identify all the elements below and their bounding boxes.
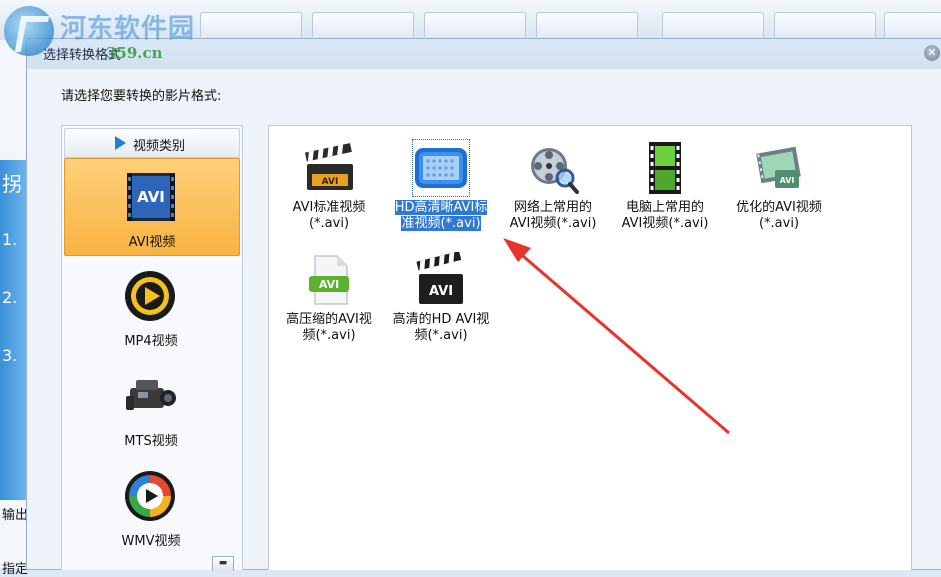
dialog-title: 选择转换格式 xyxy=(43,48,122,63)
compressed-avi-file-icon: AVI xyxy=(309,255,349,305)
category-panel: 视频类别 AVI AVI视频 MP4视频 MTS视频 WMV视频 ▬ xyxy=(61,125,243,571)
wmv-play-icon xyxy=(125,471,175,521)
format-label-line2: 频(*.avi) xyxy=(414,328,468,343)
background-tab xyxy=(662,12,764,37)
format-label-line2: AVI视频(*.avi) xyxy=(621,216,709,231)
category-header[interactable]: 视频类别 xyxy=(64,128,240,158)
background-text: 输出 xyxy=(2,508,29,523)
avi-icon: AVI xyxy=(127,173,175,221)
format-label-line1: 电脑上常用的 xyxy=(625,200,704,215)
format-avi-standard[interactable]: AVI AVI标准视频 (*.avi) xyxy=(275,134,383,246)
format-optimized-avi[interactable]: AVI 优化的AVI视频 (*.avi) xyxy=(725,134,833,246)
background-text: 拐 xyxy=(2,172,22,196)
dialog-body: 请选择您要转换的影片格式: 视频类别 AVI AVI视频 MP4视频 MTS视频… xyxy=(27,69,941,571)
category-label: WMV视频 xyxy=(121,534,181,549)
svg-text:AVI: AVI xyxy=(429,284,453,299)
scroll-button[interactable]: ▬ xyxy=(212,556,234,571)
format-label-line1: HD高清晰AVI标 xyxy=(394,200,488,215)
category-wmv[interactable]: WMV视频 xyxy=(64,458,238,554)
format-label: 网络上常用的 AVI视频(*.avi) xyxy=(501,200,605,232)
svg-text:AVI: AVI xyxy=(322,177,339,187)
category-label: MP4视频 xyxy=(124,334,178,349)
background-tab xyxy=(774,12,876,37)
category-label: MTS视频 xyxy=(124,434,178,449)
background-toolbar xyxy=(0,0,941,41)
format-label-line2: (*.avi) xyxy=(308,216,350,231)
format-label: 优化的AVI视频 (*.avi) xyxy=(727,200,831,232)
background-blue-banner xyxy=(0,160,26,500)
background-text: 3. xyxy=(2,346,18,365)
format-label: 高压缩的AVI视 频(*.avi) xyxy=(277,312,381,344)
format-pc-avi[interactable]: 电脑上常用的 AVI视频(*.avi) xyxy=(611,134,719,246)
category-mts[interactable]: MTS视频 xyxy=(64,358,238,454)
clapperboard-avi-icon: AVI xyxy=(304,143,353,190)
format-label: AVI标准视频 (*.avi) xyxy=(277,200,381,232)
optimized-film-icon: AVI xyxy=(756,146,801,188)
format-prompt: 请选择您要转换的影片格式: xyxy=(61,89,222,104)
format-label-line1: AVI标准视频 xyxy=(292,200,366,215)
category-mp4[interactable]: MP4视频 xyxy=(64,258,238,354)
hd-film-icon xyxy=(412,139,470,197)
format-web-avi[interactable]: 网络上常用的 AVI视频(*.avi) xyxy=(499,134,607,246)
format-compressed-avi[interactable]: AVI 高压缩的AVI视 频(*.avi) xyxy=(275,246,383,358)
film-reel-magnifier-icon xyxy=(531,148,579,194)
format-label-line1: 网络上常用的 xyxy=(513,200,592,215)
close-icon[interactable]: ✕ xyxy=(924,45,940,61)
category-header-label: 视频类别 xyxy=(133,139,186,154)
svg-text:AVI: AVI xyxy=(319,278,339,291)
category-label: AVI视频 xyxy=(128,235,176,250)
background-tab xyxy=(312,12,414,37)
hd-clapperboard-avi-icon: AVI xyxy=(416,252,463,304)
format-label-line2: 准视频(*.avi) xyxy=(401,216,481,231)
background-tab xyxy=(200,12,302,37)
svg-text:AVI: AVI xyxy=(137,188,165,206)
format-hd-avi-standard[interactable]: HD高清晰AVI标 准视频(*.avi) xyxy=(387,134,495,246)
svg-text:AVI: AVI xyxy=(780,176,795,185)
format-label: 高清的HD AVI视 频(*.avi) xyxy=(389,312,493,344)
format-label-line1: 优化的AVI视频 xyxy=(736,200,822,215)
format-label: HD高清晰AVI标 准视频(*.avi) xyxy=(389,200,493,232)
mp4-play-icon xyxy=(125,271,175,321)
format-label-line2: (*.avi) xyxy=(758,216,800,231)
category-avi[interactable]: AVI AVI视频 xyxy=(64,158,240,256)
format-label-line1: 高压缩的AVI视 xyxy=(286,312,372,327)
format-hd-avi[interactable]: AVI 高清的HD AVI视 频(*.avi) xyxy=(387,246,495,358)
background-tab xyxy=(536,12,638,37)
format-label-line2: 频(*.avi) xyxy=(302,328,356,343)
film-strip-icon xyxy=(649,142,681,194)
format-panel: AVI AVI标准视频 (*.avi) HD高清晰AVI标 准视频(*.avi)… xyxy=(268,125,912,570)
format-label-line1: 高清的HD AVI视 xyxy=(392,312,490,327)
background-text: 1. xyxy=(2,230,18,249)
camcorder-icon xyxy=(126,380,176,410)
format-label: 电脑上常用的 AVI视频(*.avi) xyxy=(613,200,717,232)
background-left-panel: 拐 1. 2. 3. 输出 指定 xyxy=(0,40,29,577)
background-tab xyxy=(424,12,526,37)
format-dialog: 选择转换格式 ✕ 请选择您要转换的影片格式: 视频类别 AVI AVI视频 MP… xyxy=(26,38,941,571)
play-arrow-icon xyxy=(115,136,126,150)
format-label-line2: AVI视频(*.avi) xyxy=(509,216,597,231)
background-tab xyxy=(884,12,941,37)
background-text: 2. xyxy=(2,288,18,307)
